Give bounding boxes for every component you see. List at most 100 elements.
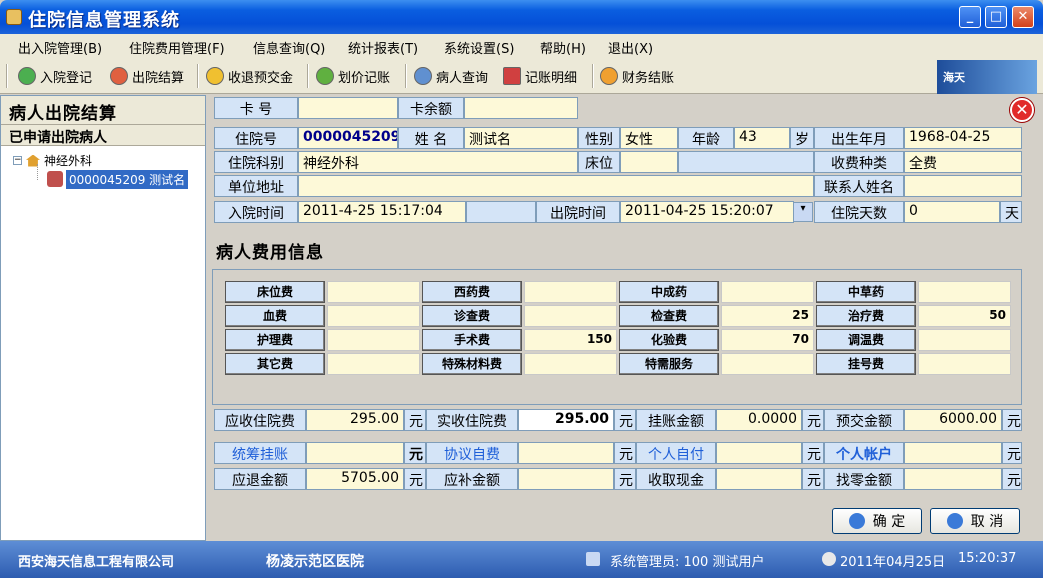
- refund-field[interactable]: 5705.00: [306, 468, 404, 490]
- contact-field[interactable]: [904, 175, 1022, 197]
- chevron-down-icon[interactable]: ▾: [793, 202, 813, 222]
- unit-label: 元: [614, 468, 636, 490]
- fee-label-treatment: 治疗费: [816, 305, 916, 327]
- minimize-button[interactable]: _: [959, 6, 981, 28]
- app-icon: [6, 9, 22, 25]
- ledger-detail-button[interactable]: 记账明细: [503, 64, 577, 88]
- fee-label-special: 特需服务: [619, 353, 719, 375]
- close-window-button[interactable]: ✕: [1012, 6, 1034, 28]
- discharge-settle-button[interactable]: 出院结算: [110, 64, 184, 88]
- discharge-time-picker[interactable]: 2011-04-25 15:20:07: [620, 201, 794, 223]
- toolbar-label: 收退预交金: [228, 70, 294, 86]
- unit-label: 元: [1002, 468, 1022, 490]
- self-pay-field[interactable]: [716, 442, 802, 464]
- cash-field[interactable]: [716, 468, 802, 490]
- address-field[interactable]: [298, 175, 814, 197]
- status-date: 2011年04月25日: [840, 555, 946, 570]
- menu-fees[interactable]: 住院费用管理(F): [129, 38, 225, 57]
- admission-no-field[interactable]: 0000045209: [298, 127, 398, 149]
- days-field[interactable]: 0: [904, 201, 1000, 223]
- patient-query-button[interactable]: 病人查询: [414, 64, 488, 88]
- bed-field[interactable]: [620, 151, 678, 173]
- account-field[interactable]: [904, 442, 1002, 464]
- supplement-label: 应补金额: [426, 468, 518, 490]
- menu-query[interactable]: 信息查询(Q): [253, 38, 325, 57]
- change-field[interactable]: [904, 468, 1002, 490]
- fee-value-herbal[interactable]: [918, 281, 1011, 303]
- finance-close-button[interactable]: 财务结账: [600, 64, 674, 88]
- account-label[interactable]: 个人帐户: [824, 442, 904, 464]
- fee-label-lab: 化验费: [619, 329, 719, 351]
- name-field[interactable]: 测试名: [464, 127, 578, 149]
- coin-icon: [206, 67, 224, 85]
- close-icon[interactable]: ✕: [1010, 98, 1034, 122]
- fee-value-lab[interactable]: 70: [721, 329, 814, 351]
- ok-button[interactable]: 确 定: [832, 508, 922, 534]
- unit-label: 元: [802, 442, 824, 464]
- menu-settings[interactable]: 系统设置(S): [444, 38, 514, 57]
- fee-label-herbal: 中草药: [816, 281, 916, 303]
- self-pay-label[interactable]: 个人自付: [636, 442, 716, 464]
- receivable-field[interactable]: 295.00: [306, 409, 404, 431]
- fee-label-nursing: 护理费: [225, 329, 325, 351]
- person-icon: [414, 67, 432, 85]
- unit-label: 元: [404, 409, 426, 431]
- deposit-button[interactable]: 收退预交金: [206, 64, 293, 88]
- admit-time-field[interactable]: 2011-4-25 15:17:04: [298, 201, 466, 223]
- company-name: 西安海天信息工程有限公司: [18, 555, 175, 570]
- fee-value-treatment[interactable]: 50: [918, 305, 1011, 327]
- age-field[interactable]: 43: [734, 127, 790, 149]
- fee-value-blood[interactable]: [327, 305, 420, 327]
- supplement-field[interactable]: [518, 468, 614, 490]
- fee-label-surgery: 手术费: [422, 329, 522, 351]
- menu-help[interactable]: 帮助(H): [540, 38, 586, 57]
- gender-field[interactable]: 女性: [620, 127, 678, 149]
- fee-value-nursing[interactable]: [327, 329, 420, 351]
- fee-label-registration: 挂号费: [816, 353, 916, 375]
- prepaid-field[interactable]: 6000.00: [904, 409, 1002, 431]
- card-no-input[interactable]: [298, 97, 398, 119]
- maximize-button[interactable]: □: [985, 6, 1007, 28]
- menu-exit[interactable]: 退出(X): [608, 38, 653, 57]
- pencil-check-icon: [316, 67, 334, 85]
- fee-panel: 床位费 西药费 中成药 中草药 血费 诊查费 检查费 25 治疗费 50 护理费…: [212, 269, 1022, 405]
- card-balance-input[interactable]: [464, 97, 578, 119]
- fee-value-bed[interactable]: [327, 281, 420, 303]
- dept-field[interactable]: 神经外科: [298, 151, 578, 173]
- fee-value-consult[interactable]: [524, 305, 617, 327]
- card-no-label: 卡 号: [214, 97, 298, 119]
- tree-node-dept[interactable]: − 神经外科: [13, 152, 92, 169]
- fee-value-patent[interactable]: [721, 281, 814, 303]
- unit-label: 元: [404, 442, 426, 464]
- pricing-button[interactable]: 划价记账: [316, 64, 390, 88]
- fee-value-materials[interactable]: [524, 353, 617, 375]
- fee-value-other[interactable]: [327, 353, 420, 375]
- received-field[interactable]: 295.00: [518, 409, 614, 431]
- collapse-icon[interactable]: −: [13, 156, 22, 165]
- fee-type-field[interactable]: 全费: [904, 151, 1022, 173]
- fee-value-western[interactable]: [524, 281, 617, 303]
- pooled-label[interactable]: 统筹挂账: [214, 442, 306, 464]
- birth-field[interactable]: 1968-04-25: [904, 127, 1022, 149]
- toolbar-label: 划价记账: [338, 70, 391, 86]
- fee-value-registration[interactable]: [918, 353, 1011, 375]
- agreement-field[interactable]: [518, 442, 614, 464]
- unit-label: 元: [614, 442, 636, 464]
- fee-value-climate[interactable]: [918, 329, 1011, 351]
- tree-node-patient[interactable]: 0000045209 测试名: [47, 169, 189, 189]
- credit-field[interactable]: 0.0000: [716, 409, 802, 431]
- fee-value-exam[interactable]: 25: [721, 305, 814, 327]
- admission-register-button[interactable]: 入院登记: [18, 64, 92, 88]
- fee-value-special[interactable]: [721, 353, 814, 375]
- cancel-button[interactable]: 取 消: [930, 508, 1020, 534]
- menu-reports[interactable]: 统计报表(T): [348, 38, 418, 57]
- fee-value-surgery[interactable]: 150: [524, 329, 617, 351]
- check-circle-icon: [18, 67, 36, 85]
- hand-coin-icon: [600, 67, 618, 85]
- fee-label-bed: 床位费: [225, 281, 325, 303]
- pooled-field[interactable]: [306, 442, 404, 464]
- unit-label: 元: [1002, 409, 1022, 431]
- agreement-label[interactable]: 协议自费: [426, 442, 518, 464]
- fee-label-consult: 诊查费: [422, 305, 522, 327]
- menu-admission[interactable]: 出入院管理(B): [18, 38, 102, 57]
